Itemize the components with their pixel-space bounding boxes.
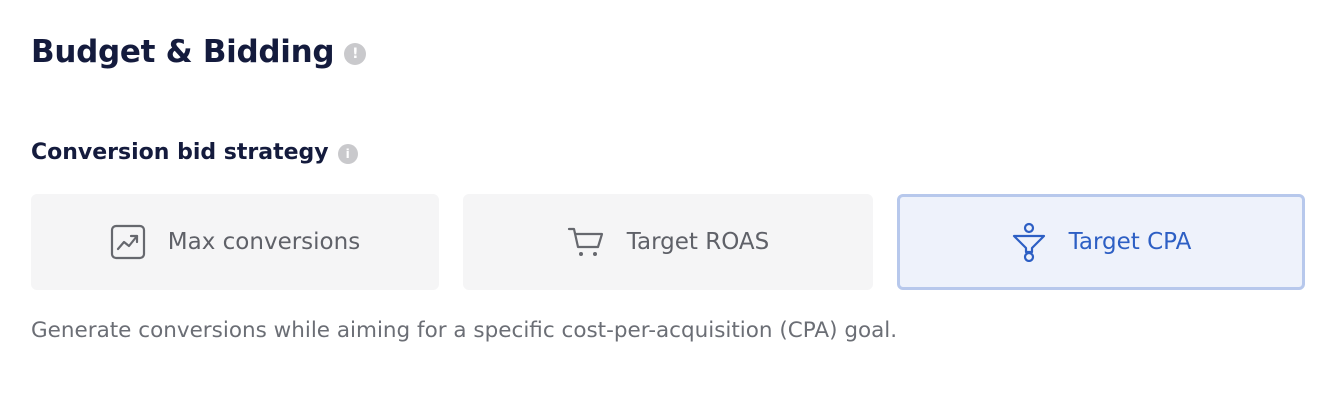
section-title: Budget & Bidding [31, 34, 335, 70]
shopping-cart-icon [567, 224, 605, 260]
option-label: Target CPA [1068, 229, 1192, 255]
bid-strategy-label-row: Conversion bid strategy i [31, 140, 358, 165]
option-max-conversions[interactable]: Max conversions [31, 194, 439, 290]
funnel-icon [1011, 222, 1047, 262]
bid-strategy-label: Conversion bid strategy [31, 140, 329, 165]
bid-strategy-options: Max conversions Target ROAS Target CPA [31, 194, 1305, 290]
trend-chart-icon [110, 224, 146, 260]
option-target-cpa[interactable]: Target CPA [897, 194, 1305, 290]
section-header: Budget & Bidding ! [31, 34, 367, 70]
info-icon[interactable]: i [337, 143, 358, 164]
alert-info-icon[interactable]: ! [344, 43, 367, 65]
option-label: Target ROAS [626, 229, 770, 255]
option-label: Max conversions [167, 229, 361, 255]
strategy-description: Generate conversions while aiming for a … [31, 318, 898, 343]
option-target-roas[interactable]: Target ROAS [463, 194, 873, 290]
